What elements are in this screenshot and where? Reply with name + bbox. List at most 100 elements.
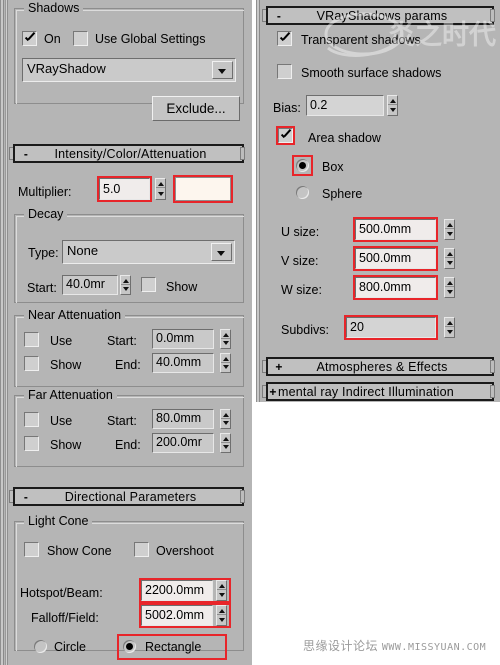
spinner-up-icon[interactable] — [390, 99, 396, 103]
area-shape-sphere-label: Sphere — [322, 187, 363, 201]
near-start-input[interactable]: 0.0mm — [152, 329, 214, 349]
intensity-rollout-header[interactable]: - Intensity/Color/Attenuation — [13, 144, 244, 163]
spinner-down-icon[interactable] — [219, 593, 225, 597]
spinner-down-icon[interactable] — [223, 341, 229, 345]
light-color-swatch[interactable] — [175, 177, 231, 201]
w-size-label: W size: — [281, 283, 322, 297]
subdivs-input[interactable]: 20 — [346, 317, 436, 338]
shadow-type-dropdown[interactable]: VRayShadow — [22, 58, 236, 82]
spinner-up-icon[interactable] — [447, 321, 453, 325]
spinner-down-icon[interactable] — [219, 618, 225, 622]
near-show-checkbox[interactable] — [24, 356, 39, 371]
mental-ray-rollout-header[interactable]: + mental ray Indirect Illumination — [266, 382, 494, 401]
near-end-spinner[interactable] — [220, 353, 231, 373]
spinner-up-icon[interactable] — [223, 437, 229, 441]
multiplier-input[interactable]: 5.0 — [99, 178, 150, 200]
far-start-spinner[interactable] — [220, 409, 231, 429]
cone-shape-circle-radio[interactable] — [34, 640, 47, 653]
decay-show-checkbox[interactable] — [141, 277, 156, 292]
bias-input[interactable]: 0.2 — [306, 95, 384, 116]
rollout-collapse-sign: - — [276, 8, 282, 23]
bias-spinner[interactable] — [387, 95, 398, 116]
spinner-divider — [221, 362, 230, 363]
falloff-input[interactable]: 5002.0mm — [141, 605, 213, 626]
spinner-down-icon[interactable] — [390, 108, 396, 112]
v-size-spinner[interactable] — [444, 248, 455, 269]
near-use-checkbox[interactable] — [24, 332, 39, 347]
spinner-down-icon[interactable] — [223, 365, 229, 369]
near-end-input[interactable]: 40.0mm — [152, 353, 214, 373]
far-show-label: Show — [50, 438, 82, 452]
subdivs-spinner[interactable] — [444, 317, 455, 338]
far-start-label: Start: — [107, 414, 137, 428]
hotspot-input[interactable]: 2200.0mm — [141, 580, 213, 601]
use-global-settings-checkbox[interactable] — [73, 31, 88, 46]
spinner-down-icon[interactable] — [447, 261, 453, 265]
exclude-button[interactable]: Exclude... — [152, 96, 240, 121]
far-end-spinner[interactable] — [220, 433, 231, 453]
vrayshadows-rollout-header[interactable]: - VRayShadows params — [266, 6, 494, 25]
spinner-up-icon[interactable] — [219, 584, 225, 588]
decay-group-label: Decay — [24, 207, 68, 221]
spinner-up-icon[interactable] — [447, 252, 453, 256]
spinner-down-icon[interactable] — [223, 421, 229, 425]
far-end-input[interactable]: 200.0mr — [152, 433, 214, 453]
mental-ray-rollout-title: mental ray Indirect Illumination — [278, 384, 454, 399]
spinner-divider — [221, 442, 230, 443]
u-size-input[interactable]: 500.0mm — [355, 219, 436, 240]
decay-type-dropdown[interactable]: None — [62, 240, 235, 264]
far-start-input[interactable]: 80.0mm — [152, 409, 214, 429]
bias-value: 0.2 — [310, 98, 328, 112]
chevron-down-icon[interactable] — [212, 61, 233, 79]
falloff-spinner[interactable] — [216, 605, 227, 626]
spinner-down-icon[interactable] — [223, 445, 229, 449]
cone-shape-circle-label: Circle — [54, 640, 86, 654]
w-size-spinner[interactable] — [444, 277, 455, 298]
cone-shape-rectangle-label: Rectangle — [145, 640, 202, 654]
v-size-input[interactable]: 500.0mm — [355, 248, 436, 269]
shadows-on-checkbox[interactable] — [22, 31, 37, 46]
decay-start-spinner[interactable] — [120, 275, 131, 295]
rollout-tab-right-directional — [240, 490, 245, 503]
hotspot-label: Hotspot/Beam: — [20, 586, 103, 600]
spinner-down-icon[interactable] — [158, 192, 164, 196]
transparent-shadows-checkbox[interactable] — [277, 31, 292, 46]
v-size-label: V size: — [281, 254, 319, 268]
multiplier-spinner[interactable] — [155, 178, 166, 200]
shadows-group-label: Shadows — [24, 1, 84, 15]
w-size-input[interactable]: 800.0mm — [355, 277, 436, 298]
spinner-up-icon[interactable] — [447, 223, 453, 227]
overshoot-checkbox[interactable] — [134, 542, 149, 557]
show-cone-checkbox[interactable] — [24, 542, 39, 557]
panel-scroll-rail-outer[interactable] — [0, 0, 4, 665]
atmospheres-rollout-header[interactable]: + Atmospheres & Effects — [266, 357, 494, 376]
spinner-down-icon[interactable] — [123, 287, 129, 291]
right-command-panel: - VRayShadows params Transparent shadows… — [256, 0, 500, 402]
spinner-up-icon[interactable] — [219, 609, 225, 613]
spinner-up-icon[interactable] — [223, 357, 229, 361]
spinner-down-icon[interactable] — [447, 290, 453, 294]
spinner-up-icon[interactable] — [158, 182, 164, 186]
area-shape-sphere-radio[interactable] — [296, 186, 309, 199]
smooth-surface-shadows-checkbox[interactable] — [277, 64, 292, 79]
watermark-footer: 思缘设计论坛 WWW.MISSYUAN.COM — [303, 637, 486, 654]
spinner-up-icon[interactable] — [223, 413, 229, 417]
panel-scroll-rail-inner[interactable] — [5, 0, 8, 665]
directional-rollout-header[interactable]: - Directional Parameters — [13, 487, 244, 506]
cone-shape-rectangle-radio[interactable] — [123, 640, 136, 653]
right-panel-scroll-rail[interactable] — [256, 0, 260, 402]
spinner-down-icon[interactable] — [447, 232, 453, 236]
spinner-up-icon[interactable] — [447, 281, 453, 285]
u-size-spinner[interactable] — [444, 219, 455, 240]
spinner-up-icon[interactable] — [123, 279, 129, 283]
far-use-checkbox[interactable] — [24, 412, 39, 427]
far-show-checkbox[interactable] — [24, 436, 39, 451]
hotspot-spinner[interactable] — [216, 580, 227, 601]
near-start-spinner[interactable] — [220, 329, 231, 349]
light-cone-group-label: Light Cone — [24, 514, 93, 528]
decay-start-input[interactable]: 40.0mr — [62, 275, 118, 295]
spinner-down-icon[interactable] — [447, 330, 453, 334]
spinner-up-icon[interactable] — [223, 333, 229, 337]
near-attenuation-group: Near Attenuation — [14, 308, 244, 387]
chevron-down-icon[interactable] — [211, 243, 232, 261]
